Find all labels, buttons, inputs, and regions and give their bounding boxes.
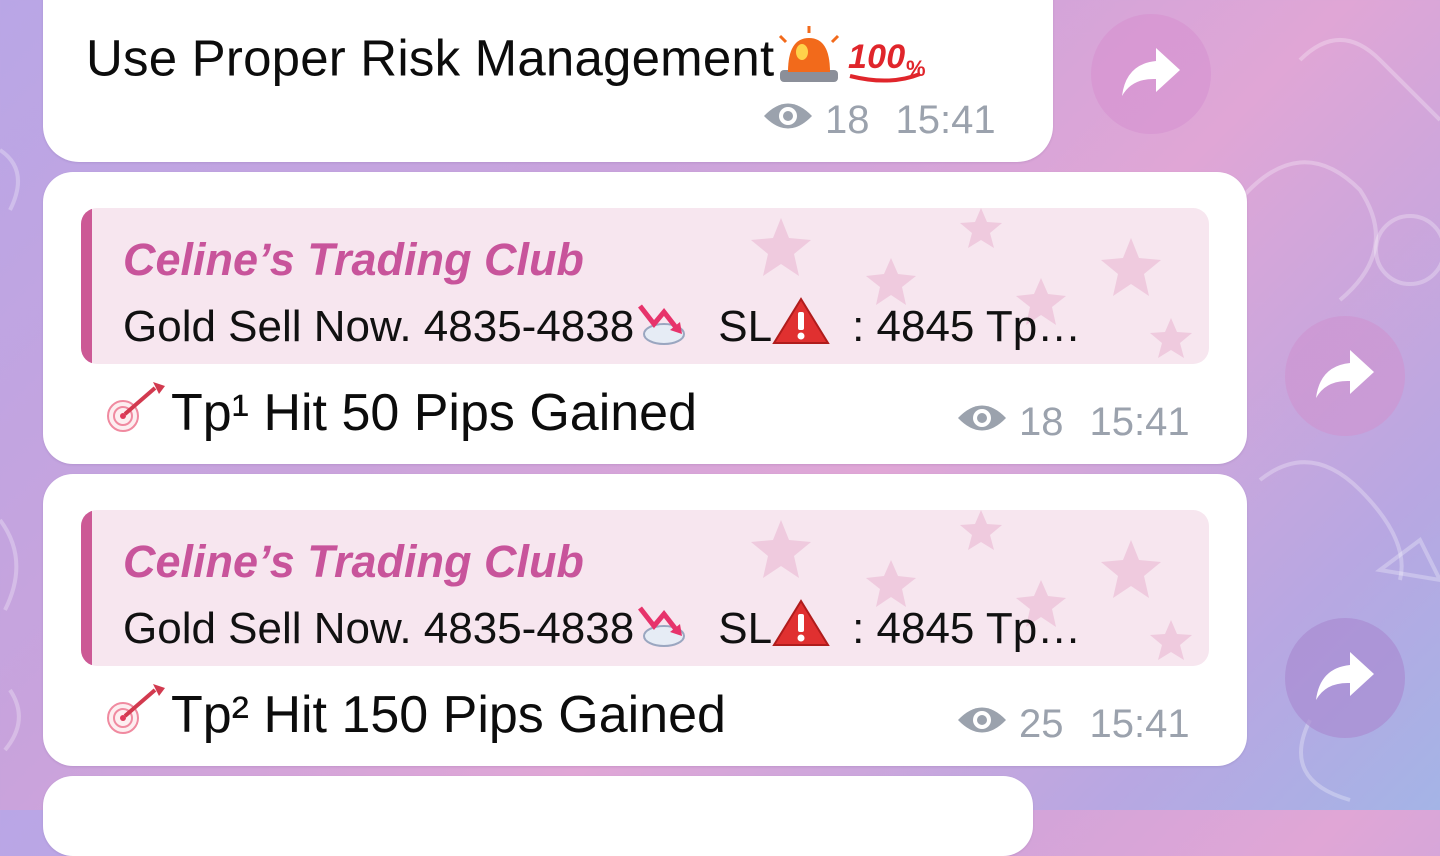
warning-icon: [772, 598, 830, 659]
views-count: 18: [1019, 400, 1064, 444]
message-text: Use Proper Risk Management 100 %: [86, 26, 934, 98]
chart-decreasing-icon: [634, 296, 694, 357]
views-count: 18: [825, 98, 870, 142]
hundred-points-icon: 100 %: [844, 26, 934, 98]
warning-icon: [772, 296, 830, 357]
eye-icon: [955, 400, 1009, 445]
views-count: 25: [1019, 702, 1064, 746]
message-bubble[interactable]: [43, 776, 1033, 856]
forward-button[interactable]: [1091, 14, 1211, 134]
message-text: Tp¹ Hit 50 Pips Gained: [105, 378, 697, 447]
eye-icon: [761, 98, 815, 143]
message-meta: 18 15:41: [955, 400, 1190, 445]
reply-quote[interactable]: Celine’s Trading Club Gold Sell Now. 483…: [81, 510, 1209, 666]
svg-text:100: 100: [848, 38, 905, 76]
direct-hit-icon: [105, 378, 171, 447]
rotating-light-icon: [774, 26, 844, 98]
reply-quote[interactable]: Celine’s Trading Club Gold Sell Now. 483…: [81, 208, 1209, 364]
reply-snippet: Gold Sell Now. 4835-4838 SL : 4845 Tp…: [123, 296, 1081, 357]
message-time: 15:41: [895, 98, 996, 142]
message-time: 15:41: [1089, 400, 1190, 444]
message-text: Tp² Hit 150 Pips Gained: [105, 680, 726, 749]
eye-icon: [955, 702, 1009, 747]
message-time: 15:41: [1089, 702, 1190, 746]
reply-snippet: Gold Sell Now. 4835-4838 SL : 4845 Tp…: [123, 598, 1081, 659]
message-meta: 18 15:41: [761, 98, 996, 143]
message-bubble[interactable]: Celine’s Trading Club Gold Sell Now. 483…: [43, 172, 1247, 464]
reply-author: Celine’s Trading Club: [123, 234, 584, 285]
forward-button[interactable]: [1285, 316, 1405, 436]
chart-decreasing-icon: [634, 598, 694, 659]
message-bubble[interactable]: Celine’s Trading Club Gold Sell Now. 483…: [43, 474, 1247, 766]
forward-button[interactable]: [1285, 618, 1405, 738]
message-bubble[interactable]: Use Proper Risk Management 100 % 18 15:4…: [43, 0, 1053, 162]
share-arrow-icon: [1314, 348, 1376, 405]
reply-author: Celine’s Trading Club: [123, 536, 584, 587]
share-arrow-icon: [1314, 650, 1376, 707]
share-arrow-icon: [1120, 46, 1182, 103]
direct-hit-icon: [105, 680, 171, 749]
message-meta: 25 15:41: [955, 702, 1190, 747]
